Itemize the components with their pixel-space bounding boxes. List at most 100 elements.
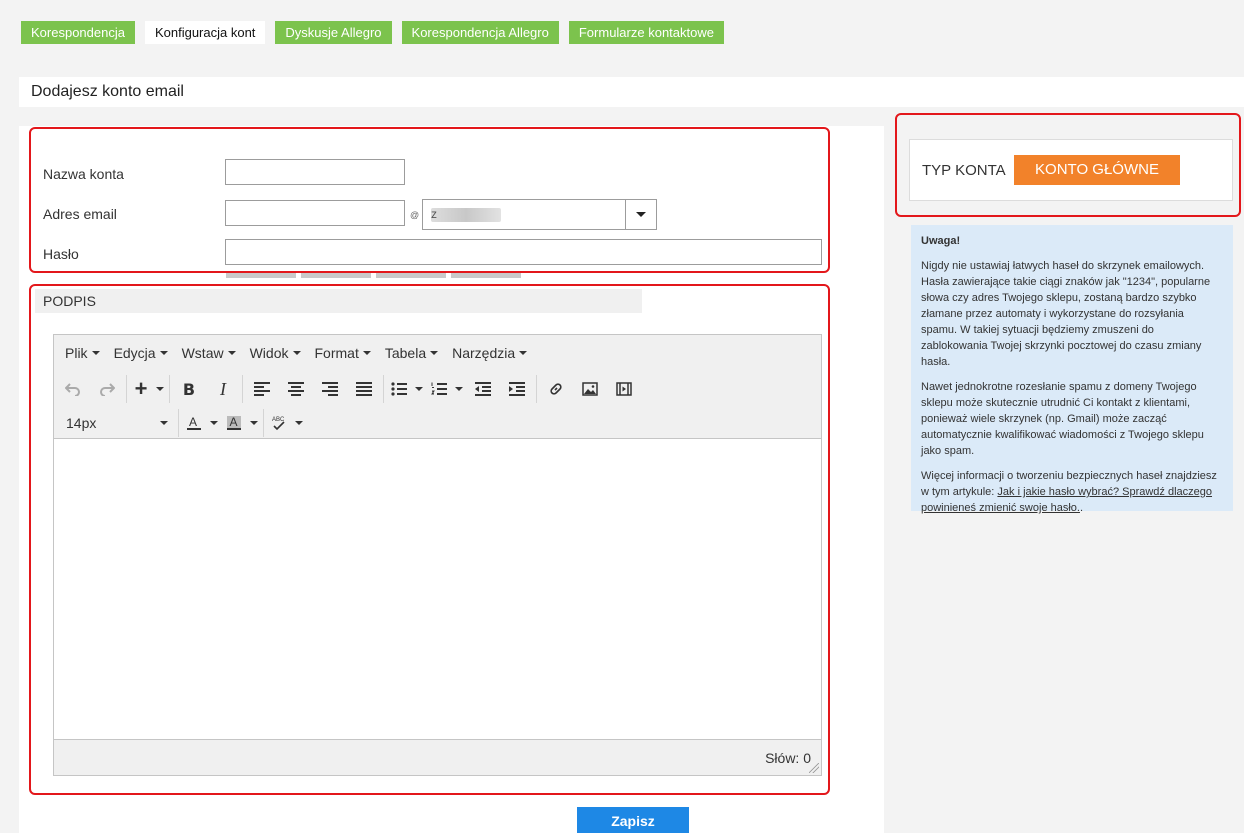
menu-format[interactable]: Format [308, 345, 378, 361]
insert-dropdown[interactable] [153, 375, 167, 403]
align-center-button[interactable] [279, 375, 313, 403]
word-count: Słów: 0 [765, 750, 811, 766]
chevron-down-icon [292, 351, 301, 355]
domain-value: z [431, 207, 437, 221]
menu-format-label: Format [314, 345, 359, 361]
insert-media-button[interactable] [607, 375, 641, 403]
chevron-down-icon [156, 387, 164, 391]
link-icon [550, 383, 562, 395]
chevron-down-icon [636, 212, 646, 217]
align-left-button[interactable] [245, 375, 279, 403]
outdent-button[interactable] [466, 375, 500, 403]
insert-image-button[interactable] [573, 375, 607, 403]
insert-button[interactable]: + [129, 375, 153, 403]
menu-edycja-label: Edycja [113, 345, 156, 361]
chevron-down-icon [362, 351, 371, 355]
bold-button[interactable]: B [172, 375, 206, 403]
outdent-icon [475, 382, 491, 396]
align-right-button[interactable] [313, 375, 347, 403]
tab-korespondencja-allegro[interactable]: Korespondencja Allegro [401, 21, 559, 44]
svg-text:A: A [189, 415, 197, 429]
italic-button[interactable]: I [206, 375, 240, 403]
media-icon [616, 382, 632, 396]
password-strength-segment-1 [226, 273, 296, 278]
chevron-down-icon [430, 351, 439, 355]
domain-dropdown-toggle[interactable] [625, 200, 656, 229]
redo-button[interactable] [90, 375, 124, 403]
password-strength-segment-2 [301, 273, 371, 278]
toolbar-separator [383, 375, 384, 403]
password-strength-segment-3 [376, 273, 446, 278]
menu-wstaw[interactable]: Wstaw [175, 345, 243, 361]
background-color-dropdown[interactable] [247, 409, 261, 437]
chevron-down-icon [160, 421, 168, 425]
toolbar-row-1: + B I [56, 373, 641, 405]
insert-link-button[interactable] [539, 375, 573, 403]
toolbar-separator [178, 409, 179, 437]
account-name-input[interactable] [225, 159, 405, 185]
svg-text:A: A [230, 415, 238, 429]
tab-formularze-kontaktowe[interactable]: Formularze kontaktowe [568, 21, 724, 44]
menu-narzedzia[interactable]: Narzędzia [445, 345, 534, 361]
font-size-value: 14px [66, 415, 97, 431]
email-input[interactable] [225, 200, 405, 226]
toolbar-separator [242, 375, 243, 403]
spellcheck-dropdown[interactable] [292, 409, 306, 437]
menu-edycja[interactable]: Edycja [107, 345, 175, 361]
bullet-list-dropdown[interactable] [412, 375, 426, 403]
warning-heading: Uwaga! [921, 235, 961, 247]
chevron-down-icon [210, 421, 218, 425]
tab-korespondencja[interactable]: Korespondencja [21, 21, 135, 44]
main-account-button[interactable]: KONTO GŁÓWNE [1014, 155, 1180, 185]
editor-statusbar: Słów: 0 [54, 739, 821, 775]
menu-tabela-label: Tabela [384, 345, 427, 361]
redo-icon [100, 383, 115, 396]
page-title: Dodajesz konto email [31, 83, 184, 100]
menu-tabela[interactable]: Tabela [378, 345, 445, 361]
tab-bar: Korespondencja Konfiguracja kont Dyskusj… [21, 21, 724, 44]
spellcheck-button[interactable]: ABC [266, 409, 292, 437]
resize-handle-icon[interactable] [809, 763, 819, 773]
tab-konfiguracja-kont[interactable]: Konfiguracja kont [144, 21, 266, 44]
align-justify-button[interactable] [347, 375, 381, 403]
chevron-down-icon [91, 351, 100, 355]
menu-plik-label: Plik [65, 345, 88, 361]
undo-button[interactable] [56, 375, 90, 403]
editor-content-area[interactable] [54, 440, 821, 740]
bold-icon: B [182, 379, 196, 399]
indent-button[interactable] [500, 375, 534, 403]
numbered-list-icon [431, 382, 447, 395]
plus-icon: + [134, 376, 148, 401]
text-color-button[interactable]: A [181, 409, 207, 437]
background-color-button[interactable]: A [221, 409, 247, 437]
toolbar-separator [169, 375, 170, 403]
menu-widok[interactable]: Widok [243, 345, 308, 361]
chevron-down-icon [455, 387, 463, 391]
warning-paragraph-3: Więcej informacji o tworzeniu bezpieczny… [921, 468, 1223, 516]
editor-menubar: Plik Edycja Wstaw Widok Format Tabela Na… [54, 335, 821, 371]
chevron-down-icon [295, 421, 303, 425]
domain-select[interactable]: z [422, 199, 657, 230]
align-right-icon [322, 382, 338, 396]
bullet-list-button[interactable] [386, 375, 412, 403]
text-color-icon: A [187, 415, 201, 430]
text-color-dropdown[interactable] [207, 409, 221, 437]
numbered-list-button[interactable] [426, 375, 452, 403]
password-input[interactable] [225, 239, 822, 265]
warning-paragraph-2: Nawet jednokrotne rozesłanie spamu z dom… [921, 381, 1204, 457]
account-name-label: Nazwa konta [43, 166, 124, 182]
domain-blurred-value [431, 208, 501, 222]
password-warning-box: Uwaga! Nigdy nie ustawiaj łatwych haseł … [911, 225, 1233, 514]
menu-plik[interactable]: Plik [58, 345, 107, 361]
tab-dyskusje-allegro[interactable]: Dyskusje Allegro [275, 21, 392, 44]
signature-section-label: PODPIS [43, 293, 96, 309]
font-size-select[interactable]: 14px [56, 409, 176, 437]
toolbar-separator [536, 375, 537, 403]
chevron-down-icon [250, 421, 258, 425]
save-button[interactable]: Zapisz [577, 807, 689, 833]
undo-icon [65, 383, 80, 396]
email-label: Adres email [43, 206, 117, 222]
numbered-list-dropdown[interactable] [452, 375, 466, 403]
toolbar-separator [126, 375, 127, 403]
chevron-down-icon [159, 351, 168, 355]
